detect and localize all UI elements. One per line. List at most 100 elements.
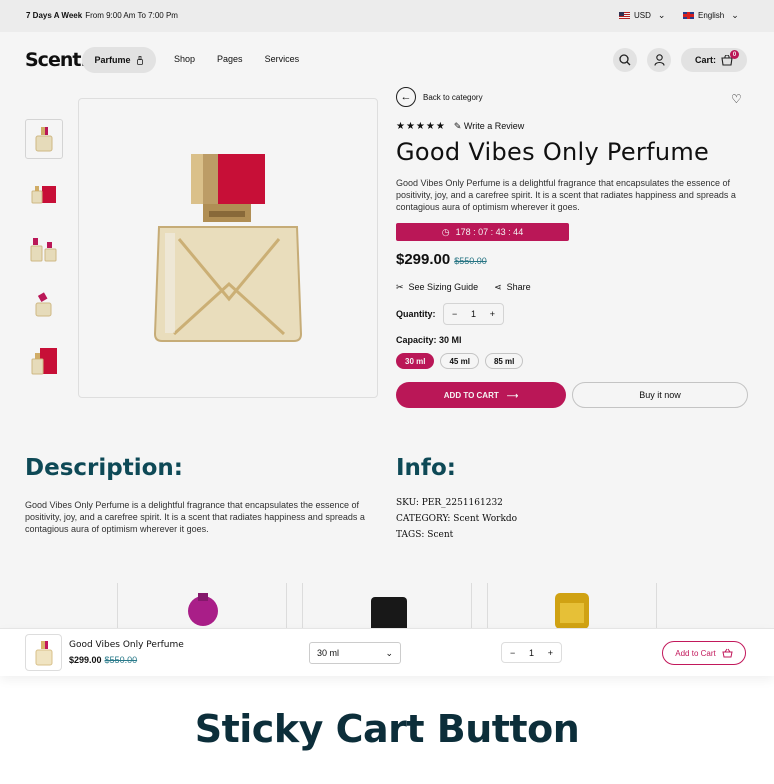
capacity-option-45[interactable]: 45 ml xyxy=(440,353,479,369)
cart-button[interactable]: Cart: 0 xyxy=(681,48,747,72)
perfume-bottle-image xyxy=(153,154,303,342)
current-price: $299.00 xyxy=(396,251,451,268)
sku-label: SKU: xyxy=(396,498,419,508)
buy-now-label: Buy it now xyxy=(639,390,681,400)
sticky-add-to-cart-button[interactable]: Add to Cart xyxy=(662,641,746,665)
related-product-card[interactable] xyxy=(117,583,287,630)
nav-pages[interactable]: Pages xyxy=(217,54,243,64)
sticky-quantity-value[interactable]: 1 xyxy=(529,648,534,658)
capacity-options: 30 ml 45 ml 85 ml xyxy=(396,353,524,369)
share-icon: ⋖ xyxy=(494,282,502,292)
sticky-product-name: Good Vibes Only Perfume xyxy=(69,640,184,650)
buy-now-button[interactable]: Buy it now xyxy=(572,382,748,408)
category-label: CATEGORY: xyxy=(396,514,451,524)
sticky-current-price: $299.00 xyxy=(69,655,102,665)
search-icon xyxy=(619,54,631,66)
description-heading: Description: xyxy=(25,455,183,481)
quantity-label: Quantity: xyxy=(396,309,436,319)
sticky-price-row: $299.00 $550.00 xyxy=(69,655,137,665)
main-nav: Shop Pages Services xyxy=(174,54,299,64)
opening-times: From 9:00 Am To 7:00 Pm xyxy=(85,11,178,20)
perfume-thumbnail-image xyxy=(35,127,53,152)
quantity-value[interactable]: 1 xyxy=(471,309,476,319)
quantity-stepper: − 1 + xyxy=(443,303,504,325)
sticky-capacity-select[interactable]: 30 ml ⌄ xyxy=(309,642,401,664)
category-value[interactable]: Scent Workdo xyxy=(453,514,517,524)
chevron-down-icon: ⌄ xyxy=(385,647,393,658)
uk-flag-icon xyxy=(683,12,694,19)
wishlist-heart-icon[interactable]: ♡ xyxy=(731,92,742,106)
sticky-capacity-value: 30 ml xyxy=(317,648,340,658)
cart-label: Cart: xyxy=(695,55,717,65)
chevron-down-icon: ⌄ xyxy=(731,10,739,20)
sticky-original-price: $550.00 xyxy=(104,655,138,665)
thumbnail-4[interactable] xyxy=(25,285,63,325)
star-rating: ★★★★★ xyxy=(396,121,446,132)
basket-icon xyxy=(722,648,733,658)
sizing-guide-link[interactable]: ✂ See Sizing Guide xyxy=(396,282,478,293)
pencil-icon: ✎ xyxy=(453,121,464,131)
opening-hours: 7 Days A Week From 9:00 Am To 7:00 Pm xyxy=(26,11,178,20)
countdown-timer: ◷ 178 : 07 : 43 : 44 xyxy=(396,223,569,241)
tags-label: TAGS: xyxy=(396,530,425,540)
product-description: Good Vibes Only Perfume is a delightful … xyxy=(396,178,736,212)
add-to-cart-label: ADD TO CART xyxy=(443,390,499,400)
main-product-image[interactable] xyxy=(78,98,378,398)
share-link[interactable]: ⋖ Share xyxy=(494,282,531,293)
decrease-button[interactable]: − xyxy=(452,309,457,319)
countdown-value: 178 : 07 : 43 : 44 xyxy=(455,227,524,237)
thumbnail-3[interactable] xyxy=(25,230,63,270)
category-pill[interactable]: Parfume xyxy=(82,47,156,73)
tags-value[interactable]: Scent xyxy=(427,530,453,540)
sku-value: PER_2251161232 xyxy=(421,498,503,508)
perfume-bottle-icon xyxy=(136,55,143,65)
sticky-increase-button[interactable]: + xyxy=(548,648,553,658)
arrow-left-icon: ← xyxy=(396,87,416,107)
write-review-label: Write a Review xyxy=(463,121,525,131)
clock-icon: ◷ xyxy=(441,226,450,237)
cart-count-badge: 0 xyxy=(730,50,739,59)
nav-shop[interactable]: Shop xyxy=(174,54,195,64)
black-perfume-image xyxy=(371,597,407,630)
thumbnail-5[interactable] xyxy=(25,341,63,381)
category-pill-label: Parfume xyxy=(94,55,131,65)
chevron-down-icon: ⌄ xyxy=(657,10,666,20)
increase-button[interactable]: + xyxy=(490,309,495,319)
logo[interactable]: Scent. xyxy=(25,49,88,71)
footer-title: Sticky Cart Button xyxy=(194,707,580,751)
language-selector[interactable]: English ⌄ xyxy=(683,10,739,21)
language-label: English xyxy=(698,11,725,20)
back-label: Back to category xyxy=(423,92,483,102)
currency-selector[interactable]: USD ⌄ xyxy=(619,10,665,21)
sticky-decrease-button[interactable]: − xyxy=(510,648,515,658)
info-tags: TAGS: Scent xyxy=(396,530,453,540)
sticky-product-thumbnail xyxy=(25,634,62,671)
thumbnail-2[interactable] xyxy=(25,174,63,214)
perfume-tilted-image xyxy=(35,292,52,317)
related-product-card[interactable] xyxy=(302,583,472,630)
product-title: Good Vibes Only Perfume xyxy=(396,138,710,166)
search-button[interactable] xyxy=(613,48,637,72)
add-to-cart-button[interactable]: ADD TO CART ⟶ xyxy=(396,382,566,408)
back-to-category-link[interactable]: ← Back to category xyxy=(396,87,483,107)
sticky-add-to-cart-label: Add to Cart xyxy=(675,648,716,658)
capacity-option-30[interactable]: 30 ml xyxy=(396,353,435,369)
thumbnail-1[interactable] xyxy=(25,119,63,159)
original-price: $550.00 xyxy=(454,256,487,266)
capacity-option-85[interactable]: 85 ml xyxy=(484,353,524,369)
write-review-link[interactable]: ✎ Write a Review xyxy=(454,121,524,132)
description-body: Good Vibes Only Perfume is a delightful … xyxy=(25,500,365,534)
perfume-thumbnail-image xyxy=(35,640,52,665)
pink-perfume-image xyxy=(188,593,218,626)
perfume-box-image xyxy=(31,186,56,204)
info-category: CATEGORY: Scent Workdo xyxy=(396,514,517,524)
opening-days: 7 Days A Week xyxy=(26,11,83,20)
currency-label: USD xyxy=(634,11,651,20)
related-product-card[interactable] xyxy=(487,583,657,630)
share-label: Share xyxy=(506,282,531,292)
capacity-label: Capacity: 30 Ml xyxy=(396,335,462,345)
account-button[interactable] xyxy=(647,48,671,72)
sticky-quantity-stepper: − 1 + xyxy=(501,642,562,663)
rating-row: ★★★★★ ✎ Write a Review xyxy=(396,121,524,132)
nav-services[interactable]: Services xyxy=(265,54,300,64)
